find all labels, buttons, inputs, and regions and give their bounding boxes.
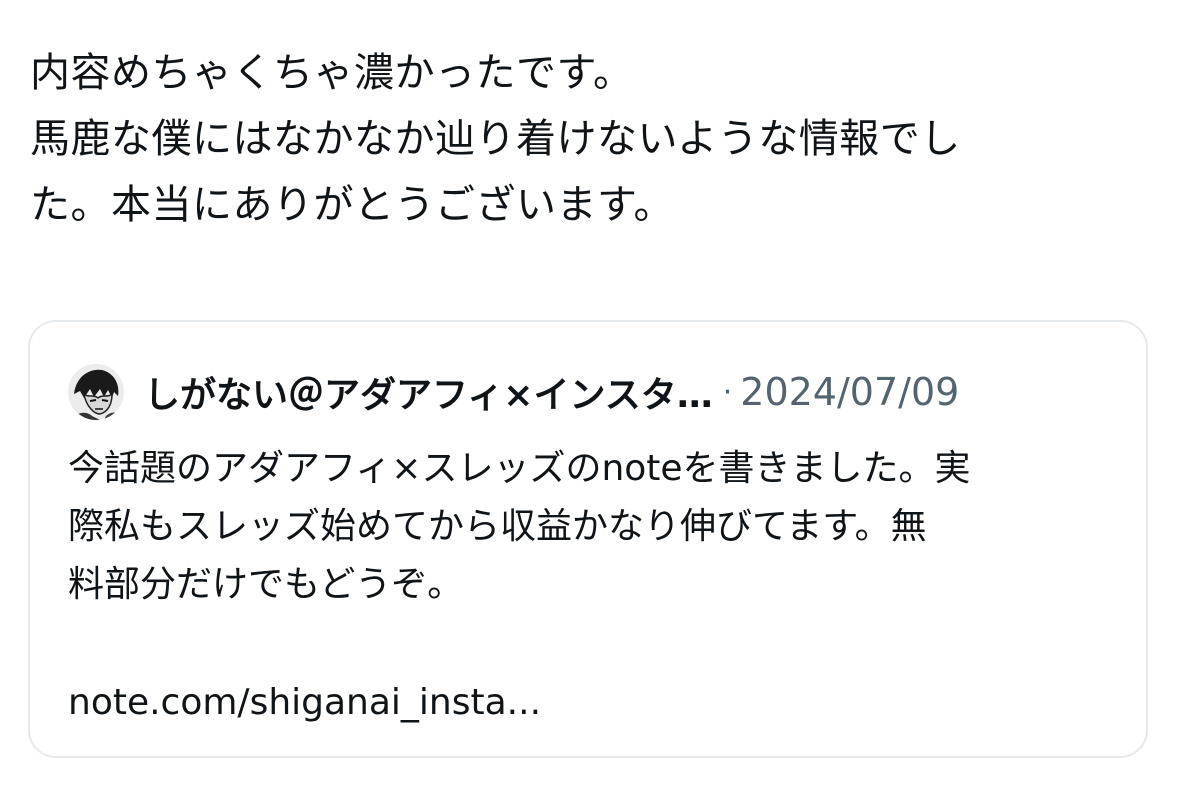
avatar[interactable] bbox=[68, 364, 124, 420]
post-text: 内容めちゃくちゃ濃かったです。 馬鹿な僕にはなかなか辿り着けないような情報でし … bbox=[30, 40, 1150, 238]
post-text-line: た。本当にありがとうございます。 bbox=[30, 182, 674, 228]
quoted-body-line: 今話題のアダアフィ×スレッズのnoteを書きました。実 bbox=[68, 448, 971, 489]
post-text-line: 馬鹿な僕にはなかなか辿り着けないような情報でし bbox=[30, 116, 961, 162]
post-text-line: 内容めちゃくちゃ濃かったです。 bbox=[30, 50, 634, 96]
quoted-body-line: 際私もスレッズ始めてから収益かなり伸びてます。無 bbox=[68, 506, 927, 547]
quoted-author-name[interactable]: しがない＠アダアフィ×インスタ… bbox=[144, 366, 713, 418]
quoted-post-link[interactable]: note.com/shiganai_insta... bbox=[68, 674, 541, 732]
manga-character-avatar-icon bbox=[68, 364, 124, 420]
quoted-body-line: 料部分だけでもどうぞ。 bbox=[68, 564, 464, 605]
quoted-post-date[interactable]: 2024/07/09 bbox=[740, 370, 959, 414]
quoted-post-card[interactable]: しがない＠アダアフィ×インスタ… · 2024/07/09 今話題のアダアフィ×… bbox=[28, 320, 1148, 758]
quoted-post-body: 今話題のアダアフィ×スレッズのnoteを書きました。実 際私もスレッズ始めてから… bbox=[68, 440, 1128, 614]
separator-dot: · bbox=[722, 374, 733, 410]
quoted-post-header: しがない＠アダアフィ×インスタ… · 2024/07/09 bbox=[68, 362, 959, 422]
